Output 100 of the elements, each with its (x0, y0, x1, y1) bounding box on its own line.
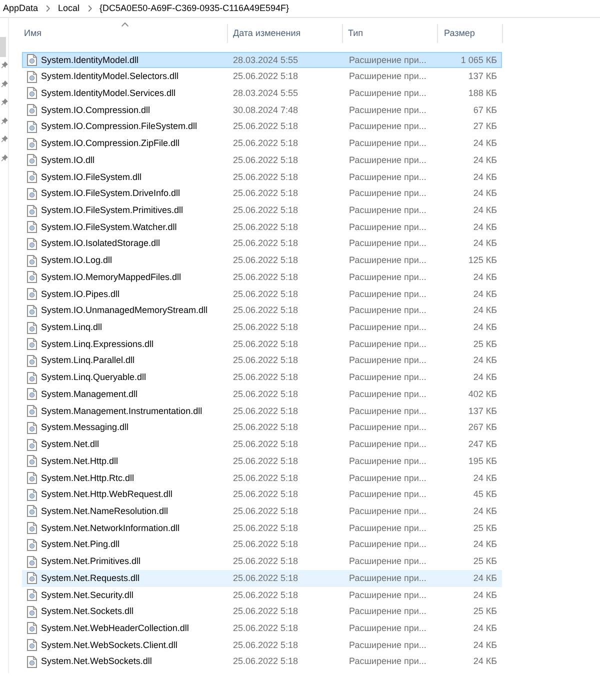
column-header[interactable]: Дата изменения (228, 24, 343, 43)
file-row[interactable]: System.IO.dll 25.06.2022 5:18 Расширение при... 24 КБ (22, 152, 502, 169)
file-row[interactable]: System.Net.Primitives.dll 25.06.2022 5:18 Расширение при... 25 КБ (22, 553, 502, 570)
file-name: System.IO.Compression.ZipFile.dll (41, 139, 180, 148)
file-row[interactable]: System.Net.Http.dll 25.06.2022 5:18 Расширение при... 195 КБ (22, 452, 502, 470)
file-row[interactable]: System.Net.WebSockets.dll 25.06.2022 5:18 Расширение при... 24 КБ (22, 654, 502, 669)
file-row[interactable]: System.Net.WebSockets.Client.dll 25.06.2022 5:18 Расширение при... 24 КБ (22, 636, 502, 654)
file-icon (27, 54, 37, 66)
file-size: 25 КБ (473, 524, 497, 533)
modified-date: 25.06.2022 5:18 (233, 156, 298, 165)
file-type: Расширение при... (349, 122, 426, 132)
file-icon (27, 70, 37, 83)
file-type: Расширение при... (349, 590, 426, 600)
file-row[interactable]: System.Linq.Expressions.dll 25.06.2022 5:18 Расширение при... 25 КБ (22, 336, 502, 353)
file-type: Расширение при... (349, 490, 426, 500)
file-type: Расширение при... (349, 72, 426, 82)
pin-icon[interactable] (1, 135, 8, 144)
file-name: System.IO.FileSystem.Primitives.dll (41, 206, 184, 216)
modified-date: 25.06.2022 5:18 (233, 390, 298, 399)
chevron-right-icon[interactable] (88, 5, 92, 12)
file-size: 45 КБ (473, 490, 497, 500)
file-name: System.Linq.Parallel.dll (41, 356, 135, 366)
file-row[interactable]: System.IO.IsolatedStorage.dll 25.06.2022 5:18 Расширение при... 24 КБ (22, 236, 502, 252)
file-row[interactable]: System.Net.NetworkInformation.dll 25.06.2022 5:18 Расширение при... 25 КБ (22, 520, 502, 537)
file-row[interactable]: System.IO.FileSystem.Watcher.dll 25.06.2022 5:18 Расширение при... 24 КБ (22, 218, 502, 236)
pin-icon[interactable] (1, 116, 8, 125)
file-name: System.Net.Http.dll (41, 456, 118, 466)
file-row[interactable]: System.Net.Requests.dll 25.06.2022 5:18 Расширение при... 24 КБ (22, 570, 502, 587)
file-row[interactable]: System.Net.Security.dll 25.06.2022 5:18 Расширение при... 24 КБ (22, 586, 502, 604)
file-icon (27, 505, 37, 518)
modified-date: 25.06.2022 5:18 (233, 306, 298, 316)
file-icon (27, 271, 37, 284)
file-size: 267 КБ (468, 423, 497, 432)
file-row[interactable]: System.IO.Compression.ZipFile.dll 25.06.2022 5:18 Расширение при... 24 КБ (22, 135, 502, 152)
file-row[interactable]: System.IO.FileSystem.dll 25.06.2022 5:18 Расширение при... 24 КБ (22, 168, 502, 186)
pin-icon[interactable] (1, 98, 8, 106)
file-row[interactable]: System.Linq.dll 25.06.2022 5:18 Расширение при... 24 КБ (22, 319, 502, 336)
file-row[interactable]: System.IdentityModel.dll 28.03.2024 5:55 Расширение при... 1 065 КБ (22, 52, 502, 68)
file-type: Расширение при... (349, 373, 426, 382)
file-row[interactable]: System.Linq.Parallel.dll 25.06.2022 5:18 Расширение при... 24 КБ (22, 352, 502, 370)
file-size: 24 КБ (473, 474, 497, 483)
file-size: 67 КБ (473, 106, 497, 115)
column-header[interactable]: Размер (438, 24, 503, 43)
pin-icon[interactable] (1, 154, 8, 162)
chevron-right-icon[interactable] (46, 5, 50, 12)
breadcrumb-item[interactable]: AppData (3, 4, 38, 13)
modified-date: 25.06.2022 5:18 (233, 557, 298, 566)
file-row[interactable]: System.IO.FileSystem.DriveInfo.dll 25.06.2022 5:18 Расширение при... 24 КБ (22, 185, 502, 202)
file-icon (27, 288, 37, 300)
breadcrumb-item[interactable]: Local (58, 4, 80, 13)
file-row[interactable]: System.Management.Instrumentation.dll 25.06.2022 5:18 Расширение при... 137 КБ (22, 402, 502, 420)
file-row[interactable]: System.IO.UnmanagedMemoryStream.dll 25.06.2022 5:18 Расширение при... 24 КБ (22, 302, 502, 320)
file-icon (27, 488, 37, 501)
file-row[interactable]: System.IO.MemoryMappedFiles.dll 25.06.2022 5:18 Расширение при... 24 КБ (22, 269, 502, 286)
file-size: 24 КБ (473, 373, 497, 382)
file-row[interactable]: System.IO.Compression.dll 30.08.2024 7:48 Расширение при... 67 КБ (22, 102, 502, 119)
file-row[interactable]: System.IO.FileSystem.Primitives.dll 25.06.2022 5:18 Расширение при... 24 КБ (22, 202, 502, 219)
file-row[interactable]: System.IO.Pipes.dll 25.06.2022 5:18 Расширение при... 24 КБ (22, 286, 502, 302)
file-icon (27, 538, 37, 551)
file-name: System.Net.Http.Rtc.dll (41, 474, 134, 483)
file-row[interactable]: System.Net.Http.WebRequest.dll 25.06.2022 5:18 Расширение при... 45 КБ (22, 486, 502, 504)
column-header[interactable]: Имя (22, 24, 228, 43)
breadcrumb-item[interactable]: {DC5A0E50-A69F-C369-0935-C116A49E594F} (100, 4, 289, 13)
file-row[interactable]: System.Messaging.dll 25.06.2022 5:18 Расширение при... 267 КБ (22, 420, 502, 436)
file-name: System.Net.NameResolution.dll (41, 506, 168, 516)
file-row[interactable]: System.Linq.Queryable.dll 25.06.2022 5:18 Расширение при... 24 КБ (22, 369, 502, 386)
file-type: Расширение при... (349, 456, 426, 466)
file-row[interactable]: System.Net.NameResolution.dll 25.06.2022 5:18 Расширение при... 24 КБ (22, 503, 502, 520)
file-row[interactable]: System.IO.Log.dll 25.06.2022 5:18 Расширение при... 125 КБ (22, 252, 502, 270)
modified-date: 25.06.2022 5:18 (233, 524, 298, 533)
scrollbar-thumb[interactable] (0, 37, 6, 57)
file-size: 24 КБ (473, 506, 497, 516)
pin-icon[interactable] (1, 61, 8, 69)
modified-date: 25.06.2022 5:18 (233, 323, 298, 332)
file-icon (27, 204, 37, 217)
modified-date: 25.06.2022 5:18 (233, 540, 298, 550)
modified-date: 25.06.2022 5:18 (233, 239, 298, 248)
file-type: Расширение при... (349, 206, 426, 216)
column-header[interactable]: Тип (343, 24, 438, 43)
modified-date: 25.06.2022 5:18 (233, 490, 298, 500)
modified-date: 25.06.2022 5:18 (233, 406, 298, 416)
file-row[interactable]: System.Net.Ping.dll 25.06.2022 5:18 Расширение при... 24 КБ (22, 536, 502, 554)
file-row[interactable]: System.IO.Compression.FileSystem.dll 25.06.2022 5:18 Расширение при... 27 КБ (22, 118, 502, 136)
file-row[interactable]: System.IdentityModel.Services.dll 28.03.2024 5:55 Расширение при... 188 КБ (22, 85, 502, 102)
file-row[interactable]: System.Net.Http.Rtc.dll 25.06.2022 5:18 Расширение при... 24 КБ (22, 470, 502, 486)
file-row[interactable]: System.Net.Sockets.dll 25.06.2022 5:18 Расширение при... 25 КБ (22, 603, 502, 620)
file-type: Расширение при... (349, 323, 426, 332)
file-type: Расширение при... (349, 423, 426, 432)
file-row[interactable]: System.IdentityModel.Selectors.dll 25.06.2022 5:18 Расширение при... 137 КБ (22, 68, 502, 86)
file-row[interactable]: System.Net.dll 25.06.2022 5:18 Расширение при... 247 КБ (22, 436, 502, 453)
file-icon (27, 622, 37, 634)
file-type: Расширение при... (349, 356, 426, 366)
file-row[interactable]: System.Net.WebHeaderCollection.dll 25.06.2022 5:18 Расширение при... 24 КБ (22, 620, 502, 637)
file-row[interactable]: System.Management.dll 25.06.2022 5:18 Расширение при... 402 КБ (22, 386, 502, 403)
file-icon (27, 154, 37, 166)
file-name: System.Net.Primitives.dll (41, 557, 141, 566)
file-size: 402 КБ (468, 390, 497, 399)
pin-icon[interactable] (1, 80, 8, 88)
file-icon (27, 455, 37, 468)
file-name: System.Net.NetworkInformation.dll (41, 524, 180, 533)
